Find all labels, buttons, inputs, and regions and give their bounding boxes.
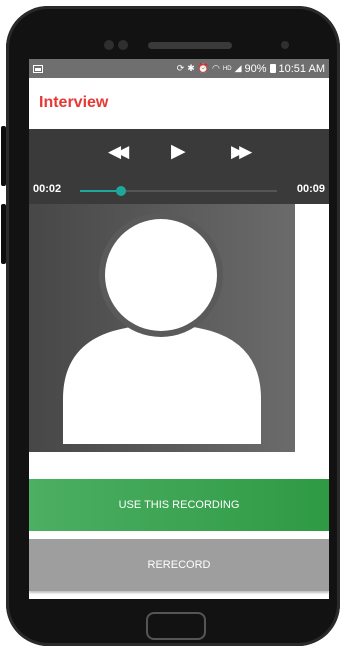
battery-percent: 90% (244, 62, 267, 75)
avatar-placeholder (29, 204, 295, 452)
front-camera (104, 40, 114, 50)
app-screen: ⟳ ✱ ⏰ ◠ HD ◢ 90% 10:51 AM Interview ◀◀ ▶… (29, 59, 329, 599)
seek-bar[interactable] (80, 186, 277, 196)
wifi-icon: ◠ (212, 63, 220, 73)
use-recording-button[interactable]: USE THIS RECORDING (29, 479, 329, 531)
front-sensor (118, 40, 128, 50)
audio-player: ◀◀ ▶ ▶▶ 00:02 00:09 (29, 129, 329, 204)
image-icon (33, 64, 43, 73)
battery-icon (269, 64, 276, 73)
status-bar: ⟳ ✱ ⏰ ◠ HD ◢ 90% 10:51 AM (29, 59, 329, 78)
fast-forward-icon[interactable]: ▶▶ (231, 143, 252, 160)
total-time: 00:09 (296, 183, 325, 195)
alarm-icon: ⏰ (197, 63, 210, 73)
phone-side-button (1, 204, 6, 264)
proximity-sensor (281, 41, 289, 49)
seek-bar-thumb[interactable] (116, 186, 127, 196)
phone-side-button (1, 126, 6, 186)
current-time: 00:02 (33, 183, 62, 195)
home-button[interactable] (146, 612, 206, 640)
earpiece-speaker (148, 42, 232, 49)
sync-icon: ⟳ (176, 63, 185, 73)
play-icon[interactable]: ▶ (171, 142, 186, 161)
seek-bar-progress (80, 190, 122, 192)
status-time: 10:51 AM (278, 62, 325, 75)
rewind-icon[interactable]: ◀◀ (108, 143, 129, 160)
user-silhouette-icon (63, 213, 261, 444)
page-title: Interview (39, 94, 109, 111)
bluetooth-icon: ✱ (187, 63, 195, 73)
hd-icon: HD (222, 65, 232, 72)
signal-icon: ◢ (234, 63, 242, 73)
rerecord-button[interactable]: RERECORD (29, 539, 329, 591)
